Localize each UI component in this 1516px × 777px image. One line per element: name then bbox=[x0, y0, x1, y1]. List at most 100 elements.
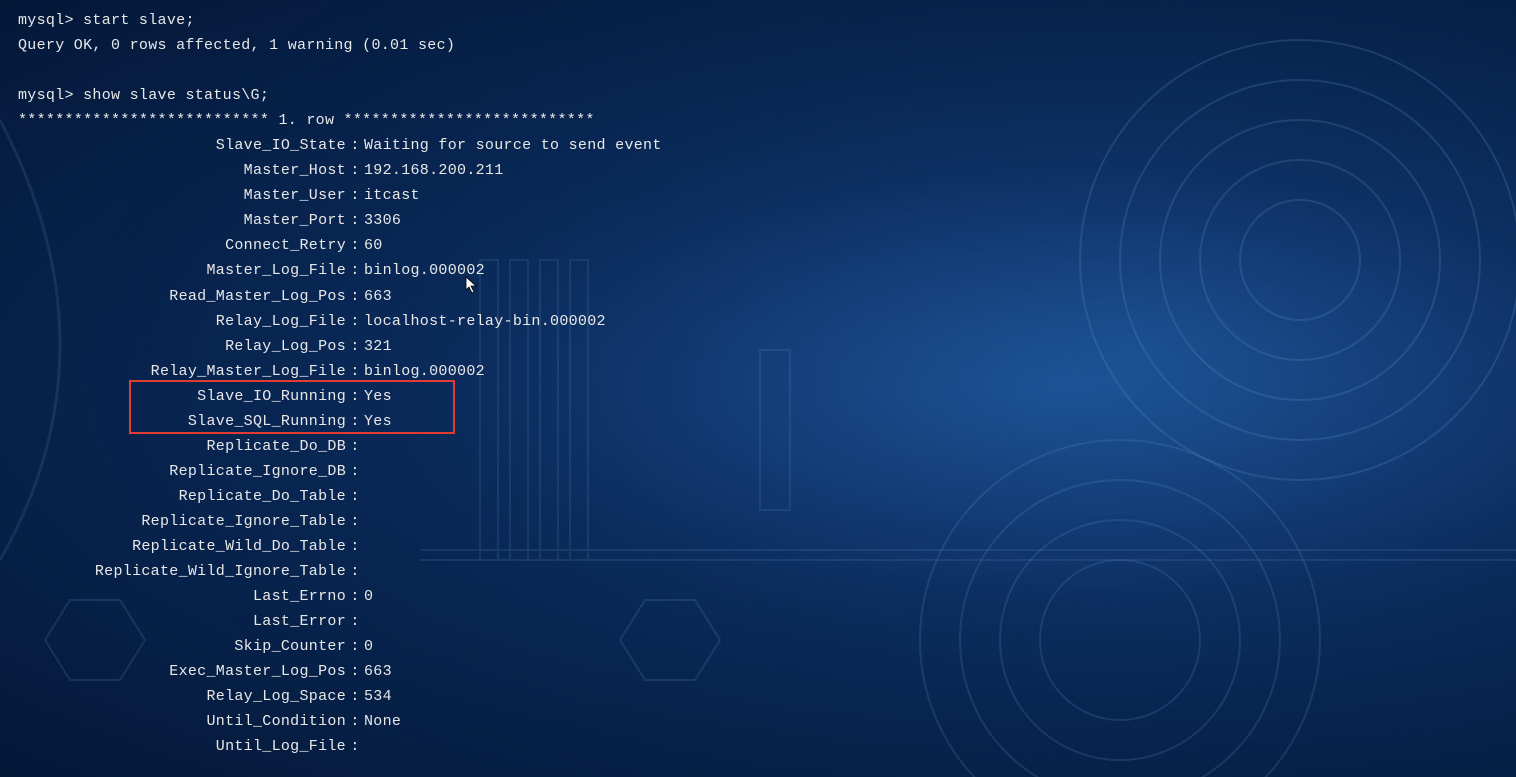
blank-line bbox=[18, 58, 1498, 83]
colon: : bbox=[346, 359, 364, 384]
colon: : bbox=[346, 258, 364, 283]
status-row-last-error: Last_Error: bbox=[18, 609, 1498, 634]
colon: : bbox=[346, 133, 364, 158]
status-value: 534 bbox=[364, 684, 1498, 709]
status-label: Exec_Master_Log_Pos bbox=[18, 659, 346, 684]
status-row-replicate-do-db: Replicate_Do_DB: bbox=[18, 434, 1498, 459]
status-value: 0 bbox=[364, 584, 1498, 609]
status-value bbox=[364, 559, 1498, 584]
status-value bbox=[364, 609, 1498, 634]
status-value: 192.168.200.211 bbox=[364, 158, 1498, 183]
status-row-slave-io-state: Slave_IO_State: Waiting for source to se… bbox=[18, 133, 1498, 158]
status-label: Replicate_Ignore_DB bbox=[18, 459, 346, 484]
status-row-slave-sql-running: Slave_SQL_Running: Yes bbox=[18, 409, 1498, 434]
colon: : bbox=[346, 409, 364, 434]
status-row-replicate-wild-do-table: Replicate_Wild_Do_Table: bbox=[18, 534, 1498, 559]
colon: : bbox=[346, 509, 364, 534]
colon: : bbox=[346, 208, 364, 233]
row-separator: *************************** 1. row *****… bbox=[18, 108, 1498, 133]
status-label: Last_Error bbox=[18, 609, 346, 634]
status-label: Until_Condition bbox=[18, 709, 346, 734]
status-value: 60 bbox=[364, 233, 1498, 258]
status-label: Relay_Log_Pos bbox=[18, 334, 346, 359]
status-value: 663 bbox=[364, 284, 1498, 309]
status-label: Master_User bbox=[18, 183, 346, 208]
command-line-1: mysql> start slave; bbox=[18, 8, 1498, 33]
colon: : bbox=[346, 659, 364, 684]
status-value: 3306 bbox=[364, 208, 1498, 233]
status-row-connect-retry: Connect_Retry: 60 bbox=[18, 233, 1498, 258]
status-label: Slave_IO_State bbox=[18, 133, 346, 158]
status-label: Relay_Log_Space bbox=[18, 684, 346, 709]
colon: : bbox=[346, 183, 364, 208]
colon: : bbox=[346, 384, 364, 409]
status-row-master-log-file: Master_Log_File: binlog.000002 bbox=[18, 258, 1498, 283]
status-row-last-errno: Last_Errno: 0 bbox=[18, 584, 1498, 609]
status-row-replicate-wild-ignore-table: Replicate_Wild_Ignore_Table: bbox=[18, 559, 1498, 584]
status-row-master-port: Master_Port: 3306 bbox=[18, 208, 1498, 233]
status-value: localhost-relay-bin.000002 bbox=[364, 309, 1498, 334]
status-label: Read_Master_Log_Pos bbox=[18, 284, 346, 309]
terminal-output[interactable]: mysql> start slave; Query OK, 0 rows aff… bbox=[18, 8, 1498, 759]
status-row-relay-log-space: Relay_Log_Space: 534 bbox=[18, 684, 1498, 709]
status-value: Waiting for source to send event bbox=[364, 133, 1498, 158]
status-value: itcast bbox=[364, 183, 1498, 208]
status-label: Until_Log_File bbox=[18, 734, 346, 759]
status-label: Connect_Retry bbox=[18, 233, 346, 258]
status-label: Master_Log_File bbox=[18, 258, 346, 283]
status-row-relay-log-file: Relay_Log_File: localhost-relay-bin.0000… bbox=[18, 309, 1498, 334]
status-row-replicate-ignore-table: Replicate_Ignore_Table: bbox=[18, 509, 1498, 534]
status-row-master-user: Master_User: itcast bbox=[18, 183, 1498, 208]
status-value bbox=[364, 509, 1498, 534]
colon: : bbox=[346, 559, 364, 584]
colon: : bbox=[346, 709, 364, 734]
colon: : bbox=[346, 534, 364, 559]
colon: : bbox=[346, 609, 364, 634]
colon: : bbox=[346, 334, 364, 359]
colon: : bbox=[346, 734, 364, 759]
status-value: 663 bbox=[364, 659, 1498, 684]
status-value bbox=[364, 434, 1498, 459]
status-value: binlog.000002 bbox=[364, 359, 1498, 384]
status-row-read-master-log-pos: Read_Master_Log_Pos: 663 bbox=[18, 284, 1498, 309]
colon: : bbox=[346, 434, 364, 459]
status-label: Replicate_Do_DB bbox=[18, 434, 346, 459]
status-value: 0 bbox=[364, 634, 1498, 659]
status-row-exec-master-log-pos: Exec_Master_Log_Pos: 663 bbox=[18, 659, 1498, 684]
status-row-replicate-ignore-db: Replicate_Ignore_DB: bbox=[18, 459, 1498, 484]
status-label: Replicate_Do_Table bbox=[18, 484, 346, 509]
response-line-1: Query OK, 0 rows affected, 1 warning (0.… bbox=[18, 33, 1498, 58]
status-value: 321 bbox=[364, 334, 1498, 359]
command-line-2: mysql> show slave status\G; bbox=[18, 83, 1498, 108]
status-value bbox=[364, 459, 1498, 484]
status-row-master-host: Master_Host: 192.168.200.211 bbox=[18, 158, 1498, 183]
status-label: Skip_Counter bbox=[18, 634, 346, 659]
status-label: Last_Errno bbox=[18, 584, 346, 609]
status-label: Relay_Log_File bbox=[18, 309, 346, 334]
colon: : bbox=[346, 684, 364, 709]
colon: : bbox=[346, 459, 364, 484]
status-label: Replicate_Wild_Do_Table bbox=[18, 534, 346, 559]
status-label: Replicate_Wild_Ignore_Table bbox=[18, 559, 346, 584]
status-row-relay-master-log-file: Relay_Master_Log_File: binlog.000002 bbox=[18, 359, 1498, 384]
colon: : bbox=[346, 233, 364, 258]
colon: : bbox=[346, 284, 364, 309]
colon: : bbox=[346, 584, 364, 609]
status-value: binlog.000002 bbox=[364, 258, 1498, 283]
status-value: None bbox=[364, 709, 1498, 734]
status-value bbox=[364, 534, 1498, 559]
colon: : bbox=[346, 309, 364, 334]
colon: : bbox=[346, 634, 364, 659]
status-label: Slave_IO_Running bbox=[18, 384, 346, 409]
status-row-until-log-file: Until_Log_File: bbox=[18, 734, 1498, 759]
status-label: Master_Port bbox=[18, 208, 346, 233]
status-label: Relay_Master_Log_File bbox=[18, 359, 346, 384]
status-row-slave-io-running: Slave_IO_Running: Yes bbox=[18, 384, 1498, 409]
status-row-relay-log-pos: Relay_Log_Pos: 321 bbox=[18, 334, 1498, 359]
colon: : bbox=[346, 158, 364, 183]
colon: : bbox=[346, 484, 364, 509]
status-label: Slave_SQL_Running bbox=[18, 409, 346, 434]
status-value: Yes bbox=[364, 409, 1498, 434]
status-label: Replicate_Ignore_Table bbox=[18, 509, 346, 534]
status-label: Master_Host bbox=[18, 158, 346, 183]
